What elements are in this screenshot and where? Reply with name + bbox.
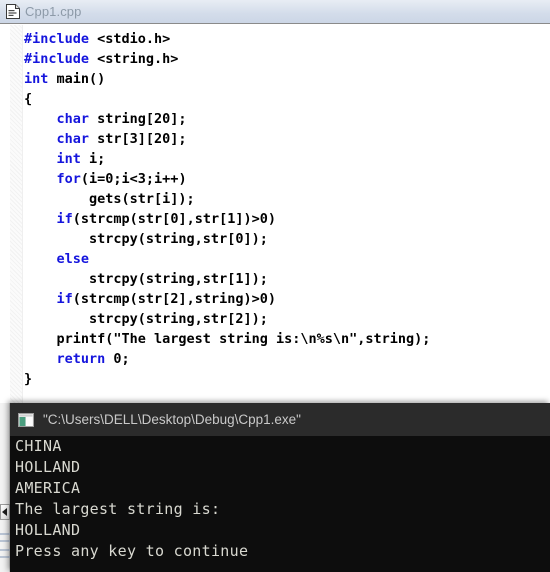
- code-plain: [24, 211, 57, 227]
- code-line: }: [24, 369, 430, 389]
- code-line: char string[20];: [24, 109, 430, 129]
- code-plain: printf("The largest string is:\n%s\n",st…: [24, 331, 431, 347]
- code-plain: str[3][20];: [89, 131, 187, 147]
- code-line: int i;: [24, 149, 430, 169]
- console-output-line: CHINA: [15, 437, 62, 455]
- code-plain: strcpy(string,str[1]);: [24, 271, 268, 287]
- code-plain: <string.h>: [89, 51, 179, 67]
- code-line: for(i=0;i<3;i++): [24, 169, 430, 189]
- document-icon: [6, 4, 20, 19]
- code-line: strcpy(string,str[0]);: [24, 229, 430, 249]
- code-line: gets(str[i]);: [24, 189, 430, 209]
- console-window-icon: [18, 412, 34, 427]
- console-output-text: CHINA HOLLAND AMERICA The largest string is…: [15, 436, 248, 562]
- code-line: {: [24, 89, 430, 109]
- code-plain: i;: [80, 151, 106, 167]
- code-plain: string[20];: [89, 111, 187, 127]
- code-plain: }: [24, 371, 33, 387]
- code-plain: strcpy(string,str[0]);: [24, 231, 268, 247]
- code-keyword: if: [56, 291, 73, 307]
- tab-cpp1-cpp[interactable]: Cpp1.cpp: [0, 0, 91, 24]
- scroll-left-button[interactable]: [0, 504, 10, 520]
- console-output-area[interactable]: CHINA HOLLAND AMERICA The largest string is…: [10, 436, 550, 572]
- code-line: strcpy(string,str[2]);: [24, 309, 430, 329]
- code-plain: [24, 151, 57, 167]
- triangle-left-icon: [2, 508, 8, 516]
- code-plain: {: [24, 91, 33, 107]
- code-plain: [24, 351, 57, 367]
- code-plain: strcpy(string,str[2]);: [24, 311, 268, 327]
- code-plain: [24, 251, 57, 267]
- code-preprocessor: #include: [24, 31, 90, 47]
- code-text: #include <stdio.h> #include <string.h> int…: [24, 29, 430, 389]
- code-plain: <stdio.h>: [89, 31, 171, 47]
- code-line: char str[3][20];: [24, 129, 430, 149]
- console-title-text: "C:\Users\DELL\Desktop\Debug\Cpp1.exe": [43, 412, 301, 427]
- code-line: else: [24, 249, 430, 269]
- code-preprocessor: #include: [24, 51, 90, 67]
- code-line: #include <string.h>: [24, 49, 430, 69]
- code-plain: [24, 291, 57, 307]
- code-keyword: else: [56, 251, 90, 267]
- code-line: if(strcmp(str[2],string)>0): [24, 289, 430, 309]
- console-output-line: HOLLAND: [15, 521, 81, 539]
- code-plain: [24, 111, 57, 127]
- code-plain: (strcmp(str[0],str[1])>0): [72, 211, 276, 227]
- code-plain: [24, 131, 57, 147]
- code-line: printf("The largest string is:\n%s\n",st…: [24, 329, 431, 349]
- code-line: strcpy(string,str[1]);: [24, 269, 430, 289]
- code-line: if(strcmp(str[0],str[1])>0): [24, 209, 430, 229]
- console-titlebar[interactable]: "C:\Users\DELL\Desktop\Debug\Cpp1.exe": [10, 403, 550, 436]
- code-keyword: return: [56, 351, 106, 367]
- code-plain: gets(str[i]);: [24, 191, 195, 207]
- editor-selection-margin: [10, 25, 23, 403]
- code-plain: main(): [48, 71, 106, 87]
- code-plain: 0;: [105, 351, 130, 367]
- editor-tab-bar: Cpp1.cpp: [0, 0, 550, 24]
- code-keyword: int: [56, 151, 81, 167]
- code-editor[interactable]: #include <stdio.h> #include <string.h> int…: [0, 25, 550, 403]
- editor-scrollbar[interactable]: [0, 403, 10, 572]
- console-output-line: HOLLAND: [15, 458, 81, 476]
- code-plain: (strcmp(str[2],string)>0): [72, 291, 276, 307]
- code-plain: (i=0;i<3;i++): [80, 171, 187, 187]
- console-window[interactable]: "C:\Users\DELL\Desktop\Debug\Cpp1.exe" C…: [10, 403, 550, 572]
- editor-left-edge: [0, 25, 10, 403]
- code-keyword: char: [56, 131, 90, 147]
- code-keyword: if: [56, 211, 73, 227]
- code-line: #include <stdio.h>: [24, 29, 430, 49]
- console-output-line: The largest string is:: [15, 500, 221, 518]
- code-line: int main(): [24, 69, 430, 89]
- code-keyword: int: [24, 71, 49, 87]
- tab-label: Cpp1.cpp: [25, 4, 82, 19]
- code-plain: [24, 171, 57, 187]
- code-line: return 0;: [24, 349, 430, 369]
- code-keyword: for: [56, 171, 81, 187]
- console-output-line: Press any key to continue: [15, 542, 249, 560]
- console-output-line: AMERICA: [15, 479, 81, 497]
- code-keyword: char: [56, 111, 90, 127]
